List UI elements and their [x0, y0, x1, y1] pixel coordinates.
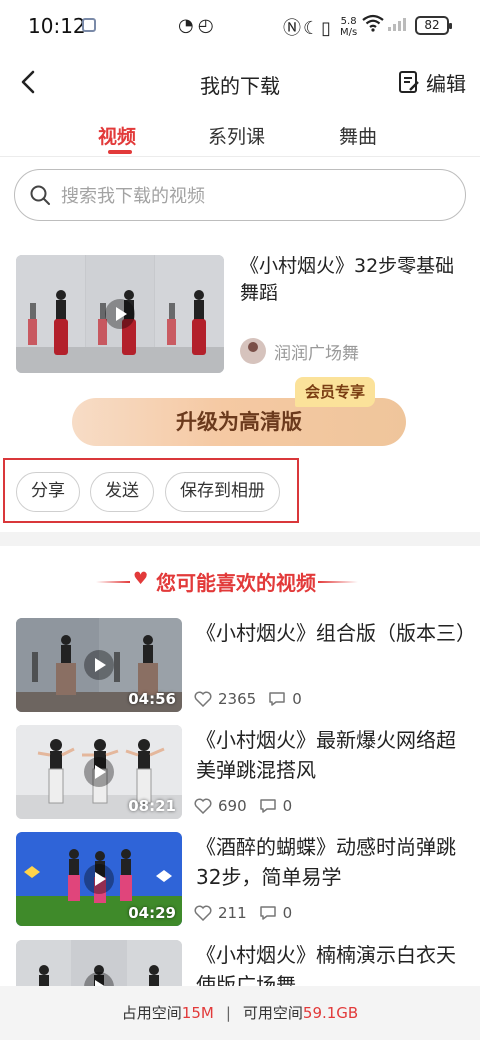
avatar: [240, 338, 266, 364]
comment-count: 0: [282, 797, 293, 815]
free-space-value: 59.1GB: [302, 1004, 359, 1022]
storage-footer: 占用空间15M | 可用空间59.1GB: [0, 986, 480, 1040]
edit-label: 编辑: [426, 71, 466, 96]
wifi-icon: [362, 14, 384, 37]
comment-icon: [259, 906, 276, 920]
comment-icon: [259, 799, 276, 813]
status-app-icons: ◔◴: [178, 15, 218, 36]
network-speed-value: 5.8: [340, 16, 357, 27]
video-duration: 04:29: [128, 904, 176, 922]
comment-count: 0: [282, 904, 293, 922]
like-count: 2365: [218, 690, 257, 708]
author-name: 润润广场舞: [274, 343, 359, 364]
section-divider: [0, 532, 480, 546]
status-bar: 10:12 ◔◴ Ⓝ☾▯ 5.8 M/s 82: [0, 0, 480, 52]
search-placeholder: 搜索我下载的视频: [61, 186, 205, 207]
tab-series[interactable]: 系列课: [208, 122, 265, 149]
edit-button[interactable]: 编辑: [398, 66, 466, 98]
tab-dance-music[interactable]: 舞曲: [339, 122, 377, 149]
video-thumbnail[interactable]: 08:21: [16, 725, 182, 819]
tab-videos[interactable]: 视频: [98, 122, 136, 149]
author-info[interactable]: 润润广场舞: [240, 338, 359, 364]
recommend-heading-text: 您可能喜欢的视频: [156, 571, 316, 595]
comment-icon: [269, 692, 285, 706]
heading-line-left: [96, 581, 130, 583]
tab-bar: 视频 系列课 舞曲: [0, 112, 480, 156]
comment-count: 0: [292, 690, 302, 708]
downloaded-video-title[interactable]: 《小村烟火》32步零基础舞蹈: [240, 253, 466, 307]
vip-badge: 会员专享: [295, 377, 376, 407]
list-item[interactable]: 04:29 《酒醉的蝴蝶》动感时尚弹跳32步，简单易学 211 0: [0, 832, 480, 934]
used-space-label: 占用空间: [121, 1004, 182, 1022]
play-icon: [84, 757, 114, 787]
video-title[interactable]: 《小村烟火》最新爆火网络超美弹跳混搭风: [196, 725, 466, 785]
footer-separator: |: [225, 1004, 231, 1022]
free-space-label: 可用空间: [242, 1004, 303, 1022]
like-count: 690: [218, 797, 247, 815]
like-count: 211: [218, 904, 247, 922]
play-icon: [84, 864, 114, 894]
video-duration: 08:21: [128, 797, 176, 815]
heart-outline-icon: [194, 798, 212, 814]
video-thumbnail[interactable]: 04:29: [16, 832, 182, 926]
network-speed-unit: M/s: [340, 27, 358, 38]
recommend-heading: ♥ 您可能喜欢的视频: [0, 564, 480, 598]
active-tab-indicator: [108, 150, 132, 154]
used-space-value: 15M: [181, 1004, 214, 1022]
video-title[interactable]: 《酒醉的蝴蝶》动感时尚弹跳32步，简单易学: [196, 832, 466, 892]
video-stats: 211 0: [194, 904, 292, 922]
play-icon: [84, 650, 114, 680]
heart-outline-icon: [194, 691, 212, 707]
share-button[interactable]: 分享: [16, 472, 80, 512]
notification-icon: [82, 18, 96, 32]
downloads-page: 10:12 ◔◴ Ⓝ☾▯ 5.8 M/s 82 我的下载 编辑 视频 系列课 舞…: [0, 0, 480, 1040]
network-speed: 5.8 M/s: [340, 16, 357, 38]
tab-divider: [0, 156, 480, 157]
video-thumbnail[interactable]: 04:56: [16, 618, 182, 712]
video-duration: 04:56: [128, 690, 176, 708]
save-to-album-button[interactable]: 保存到相册: [165, 472, 280, 512]
video-stats: 690 0: [194, 797, 292, 815]
edit-icon: [399, 71, 419, 93]
video-stats: 2365 0: [194, 690, 302, 708]
heading-line-right: [318, 581, 358, 583]
search-icon: [30, 185, 50, 205]
list-item[interactable]: 04:56 《小村烟火》组合版（版本三） 2365 0: [0, 618, 480, 720]
status-system-icons: Ⓝ☾▯: [283, 18, 334, 39]
send-button[interactable]: 发送: [90, 472, 154, 512]
status-time: 10:12: [28, 14, 86, 38]
battery-indicator: 82: [415, 16, 452, 35]
signal-icon: [387, 16, 407, 36]
list-item[interactable]: 08:21 《小村烟火》最新爆火网络超美弹跳混搭风 690 0: [0, 725, 480, 827]
play-icon: [105, 299, 135, 329]
video-title[interactable]: 《小村烟火》组合版（版本三）: [196, 618, 476, 648]
heart-outline-icon: [194, 905, 212, 921]
search-input[interactable]: 搜索我下载的视频: [14, 169, 466, 221]
downloaded-video-thumbnail[interactable]: [16, 255, 224, 373]
heart-icon: ♥: [133, 569, 149, 589]
app-header: 我的下载 编辑: [0, 52, 480, 112]
